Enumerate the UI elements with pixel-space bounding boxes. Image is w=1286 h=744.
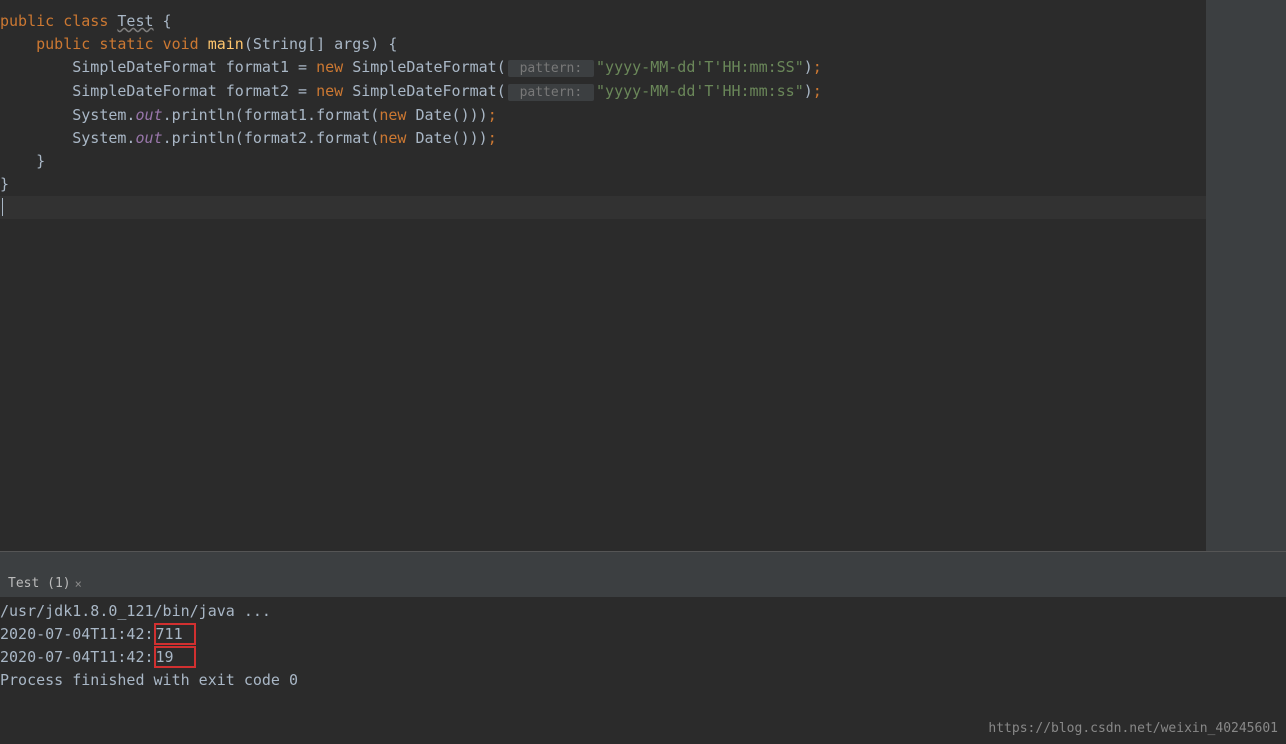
editor-scrollbar[interactable] (1206, 0, 1286, 551)
console-tab[interactable]: Test (1) × (0, 572, 90, 595)
console-line: /usr/jdk1.8.0_121/bin/java ... (0, 600, 1286, 623)
code-line: } (0, 173, 1206, 196)
keyword-public: public (36, 35, 99, 53)
indent (0, 58, 72, 76)
watermark: https://blog.csdn.net/weixin_40245601 (988, 721, 1278, 736)
keyword-new: new (379, 129, 415, 147)
console-line: 2020-07-04T11:42:19 (0, 646, 1286, 669)
console-tab-bar: Test (1) × (0, 570, 1286, 597)
method-call: .println(format1.format( (163, 106, 380, 124)
var-decl: SimpleDateFormat format2 = (72, 82, 316, 100)
class-name: Test (117, 12, 153, 30)
code-line: System.out.println(format1.format(new Da… (0, 104, 1206, 127)
indent (0, 35, 36, 53)
out-field: out (135, 129, 162, 147)
semicolon: ; (813, 58, 822, 76)
keyword-public: public (0, 12, 63, 30)
keyword-void: void (163, 35, 208, 53)
string-literal: "yyyy-MM-dd'T'HH:mm:ss" (596, 82, 804, 100)
keyword-class: class (63, 12, 117, 30)
indent (0, 106, 72, 124)
method-main: main (208, 35, 244, 53)
tab-label: Test (1) (8, 576, 71, 591)
keyword-new: new (316, 58, 352, 76)
indent (0, 129, 72, 147)
code-editor[interactable]: public class Test { public static void m… (0, 0, 1206, 551)
keyword-static: static (99, 35, 162, 53)
brace: { (154, 12, 172, 30)
method-call: .println(format2.format( (163, 129, 380, 147)
console-line: 2020-07-04T11:42:711 (0, 623, 1286, 646)
code-line: SimpleDateFormat format1 = new SimpleDat… (0, 56, 1206, 80)
date-call: Date())) (415, 129, 487, 147)
date-call: Date())) (415, 106, 487, 124)
keyword-new: new (379, 106, 415, 124)
close-paren: ) (804, 58, 813, 76)
system-ref: System. (72, 106, 135, 124)
output-prefix: 2020-07-04T11:42: (0, 625, 154, 643)
highlighted-output: 711 (154, 623, 196, 645)
keyword-new: new (316, 82, 352, 100)
console-line: Process finished with exit code 0 (0, 669, 1286, 692)
caret-line (0, 196, 1206, 219)
close-paren: ) (804, 82, 813, 100)
java-command: /usr/jdk1.8.0_121/bin/java ... (0, 602, 271, 620)
code-line: } (0, 150, 1206, 173)
pane-separator[interactable] (0, 551, 1286, 570)
param-hint: pattern: (508, 60, 594, 77)
out-field: out (135, 106, 162, 124)
param-hint: pattern: (508, 84, 594, 101)
code-line: System.out.println(format2.format(new Da… (0, 127, 1206, 150)
indent (0, 82, 72, 100)
code-line: public class Test { (0, 10, 1206, 33)
params: (String[] args) { (244, 35, 398, 53)
system-ref: System. (72, 129, 135, 147)
code-line: public static void main(String[] args) { (0, 33, 1206, 56)
var-decl: SimpleDateFormat format1 = (72, 58, 316, 76)
code-line: SimpleDateFormat format2 = new SimpleDat… (0, 80, 1206, 104)
semicolon: ; (813, 82, 822, 100)
close-icon[interactable]: × (75, 577, 82, 591)
highlighted-output: 19 (154, 646, 196, 668)
string-literal: "yyyy-MM-dd'T'HH:mm:SS" (596, 58, 804, 76)
semicolon: ; (488, 129, 497, 147)
ctor-call: SimpleDateFormat( (352, 58, 506, 76)
output-prefix: 2020-07-04T11:42: (0, 648, 154, 666)
ctor-call: SimpleDateFormat( (352, 82, 506, 100)
semicolon: ; (488, 106, 497, 124)
